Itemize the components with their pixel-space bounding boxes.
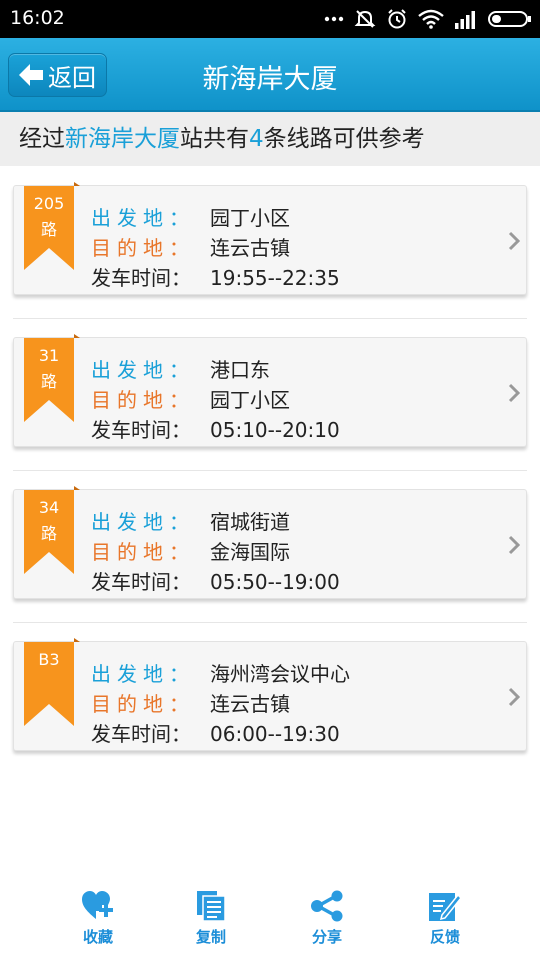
chevron-right-icon [508,687,520,707]
route-unit: 路 [40,524,57,543]
dest-value: 连云古镇 [210,236,290,260]
start-label: 出发地： [91,206,195,230]
route-unit: 路 [40,372,57,391]
start-value: 海州湾会议中心 [210,662,350,686]
route-unit: 路 [40,220,57,239]
more-dots-icon [324,16,344,22]
route-card[interactable]: 34 路 出发地： 宿城街道 目的地： 金海国际 发车时间： 05:50--19:00 [13,486,527,599]
start-value: 园丁小区 [210,206,290,230]
route-card[interactable]: 31 路 出发地： 港口东 目的地： 园丁小区 发车时间： 05:10--20:10 [13,334,527,447]
heart-plus-icon [82,891,113,919]
route-card[interactable]: 205 路 出发地： 园丁小区 目的地： 连云古镇 发车时间： 19:55--22:3… [13,182,527,295]
route-badge: 31 路 [24,334,80,426]
app-header: 返回 新海岸大厦 [0,38,540,112]
feedback-button[interactable]: 反馈 [405,890,485,947]
time-label: 发车时间： [91,570,191,594]
route-number: 34 [38,498,60,517]
share-icon [311,890,343,922]
start-row: 出发地： 港口东 [91,354,270,383]
route-summary: 经过新海岸大厦站共有4条线路可供参考 [0,112,540,166]
time-row: 发车时间： 19:55--22:35 [91,262,340,291]
dest-value: 连云古镇 [210,692,290,716]
time-label: 发车时间： [91,266,191,290]
start-label: 出发地： [91,510,195,534]
start-label: 出发地： [91,662,195,686]
dest-row: 目的地： 金海国际 [91,536,290,565]
route-badge: 205 路 [24,182,80,274]
route-number: B3 [38,650,60,669]
route-badge: 34 路 [24,486,80,578]
summary-prefix: 经过 [19,126,65,152]
start-row: 出发地： 海州湾会议中心 [91,658,350,687]
summary-count: 4 [249,126,264,152]
dest-label: 目的地： [91,692,195,716]
time-row: 发车时间： 05:10--20:10 [91,414,340,443]
dest-label: 目的地： [91,540,195,564]
time-value: 06:00--19:30 [210,722,340,746]
route-number: 31 [38,346,60,365]
wifi-icon [418,9,444,29]
route-number: 205 [33,194,65,213]
battery-icon [488,11,531,27]
chevron-right-icon [508,231,520,251]
dest-row: 目的地： 园丁小区 [91,384,290,413]
time-row: 发车时间： 05:50--19:00 [91,566,340,595]
status-bar: 16:02 [0,0,540,38]
route-badge: B3 [24,638,80,730]
time-row: 发车时间： 06:00--19:30 [91,718,340,747]
dest-row: 目的地： 连云古镇 [91,232,290,261]
start-value: 港口东 [210,358,270,382]
start-row: 出发地： 园丁小区 [91,202,290,231]
divider [13,318,527,319]
signal-icon [455,11,475,29]
time-label: 发车时间： [91,722,191,746]
alarm-icon [388,9,406,29]
page-title: 新海岸大厦 [202,64,338,95]
route-card[interactable]: B3 出发地： 海州湾会议中心 目的地： 连云古镇 发车时间： 06:00--19:3… [13,638,527,751]
document-icon [197,891,226,922]
time-value: 05:50--19:00 [210,570,340,594]
dest-row: 目的地： 连云古镇 [91,688,290,717]
start-row: 出发地： 宿城街道 [91,506,290,535]
status-icons [324,6,532,32]
chevron-right-icon [508,535,520,555]
dest-label: 目的地： [91,388,195,412]
share-button[interactable]: 分享 [287,890,367,947]
time-label: 发车时间： [91,418,191,442]
summary-middle: 站共有 [180,126,249,152]
summary-suffix: 条线路可供参考 [263,126,425,152]
copy-label: 复制 [195,928,226,946]
chevron-right-icon [508,383,520,403]
edit-icon [429,893,462,921]
summary-station: 新海岸大厦 [65,126,180,152]
time-value: 05:10--20:10 [210,418,340,442]
mute-bell-icon [354,10,376,28]
dest-value: 园丁小区 [210,388,290,412]
start-value: 宿城街道 [210,510,290,534]
bottom-toolbar: 收藏 复制 分享 反馈 [0,880,540,960]
copy-button[interactable]: 复制 [171,890,251,947]
feedback-label: 反馈 [429,928,460,946]
divider [13,470,527,471]
favorite-label: 收藏 [82,928,113,946]
time-value: 19:55--22:35 [210,266,340,290]
share-label: 分享 [311,928,342,946]
favorite-button[interactable]: 收藏 [58,890,138,947]
start-label: 出发地： [91,358,195,382]
divider [13,622,527,623]
dest-label: 目的地： [91,236,195,260]
status-time: 16:02 [10,7,65,29]
dest-value: 金海国际 [210,540,290,564]
